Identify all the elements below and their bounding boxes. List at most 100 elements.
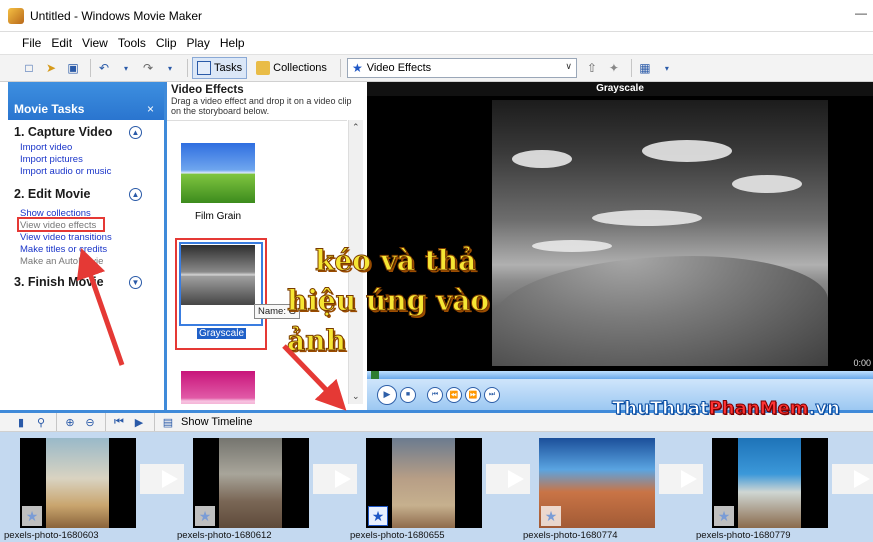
storyboard-clip[interactable]: ★ pexels-photo-1680655	[346, 438, 482, 542]
task-section-header[interactable]: 2. Edit Movie ▲	[14, 186, 158, 202]
preview-time: 0:00	[853, 358, 871, 368]
effect-thumbnail	[181, 371, 255, 404]
play-storyboard-icon[interactable]: ▶	[130, 413, 148, 431]
effect-label: Film Grain	[194, 211, 242, 222]
play-icon[interactable]: ▶	[377, 384, 397, 405]
preview-title: Grayscale	[367, 82, 873, 96]
next-frame-icon[interactable]: ⏭	[484, 386, 500, 403]
stop-icon[interactable]: ■	[400, 386, 416, 403]
show-timeline-button[interactable]: Show Timeline	[181, 416, 253, 428]
clip-photo	[738, 438, 801, 528]
redo-dropdown-icon[interactable]: ▾	[161, 59, 179, 77]
clip-name: pexels-photo-1680779	[696, 530, 791, 541]
undo-dropdown-icon[interactable]: ▾	[117, 59, 135, 77]
tasks-button[interactable]: Tasks	[192, 57, 248, 79]
task-section-capture: 1. Capture Video ▲ Import video Import p…	[8, 120, 164, 178]
open-project-icon[interactable]: ➤	[42, 59, 60, 77]
collections-dropdown[interactable]: ★ Video Effects ∨	[346, 58, 577, 78]
task-section-title: 1. Capture Video	[14, 125, 113, 139]
rewind-icon[interactable]: ⏪	[446, 386, 462, 403]
video-effect-star-icon: ★	[195, 506, 215, 526]
watermark-part-1: ThuThuat	[612, 398, 710, 420]
zoom-out-icon[interactable]: ⊖	[81, 413, 99, 431]
menu-file[interactable]: File	[22, 36, 41, 50]
window-title: Untitled - Windows Movie Maker	[30, 8, 203, 23]
toolbar-separator	[56, 413, 57, 431]
menu-edit[interactable]: Edit	[51, 36, 72, 50]
rewind-storyboard-icon[interactable]: ⏮	[110, 413, 128, 431]
menu-bar: File Edit View Tools Clip Play Help	[0, 32, 873, 54]
video-effects-title: Video Effects	[171, 84, 244, 96]
menu-help[interactable]: Help	[220, 36, 245, 50]
task-section-header[interactable]: 1. Capture Video ▲	[14, 124, 158, 140]
scroll-down-icon[interactable]: ⌄	[352, 391, 360, 402]
movie-tasks-header: Movie Tasks ×	[8, 82, 164, 120]
forward-icon[interactable]: ⏩	[465, 386, 481, 403]
task-link-import-pictures[interactable]: Import pictures	[20, 154, 158, 166]
title-bar: Untitled - Windows Movie Maker —	[0, 0, 873, 32]
timeline-icon[interactable]: ▤	[159, 413, 177, 431]
collections-folder-icon	[256, 61, 271, 75]
set-audio-levels-icon[interactable]: ▮	[12, 413, 30, 431]
collections-dropdown-value: Video Effects	[366, 62, 432, 74]
minimize-button[interactable]: —	[855, 6, 867, 20]
movie-tasks-title: Movie Tasks	[14, 102, 85, 116]
seek-knob[interactable]	[371, 371, 379, 379]
storyboard-clip[interactable]: ★ pexels-photo-1680612	[173, 438, 309, 542]
storyboard-clip[interactable]: ★ pexels-photo-1680774	[519, 438, 655, 542]
menu-clip[interactable]: Clip	[156, 36, 177, 50]
views-icon[interactable]: ▦	[636, 59, 654, 77]
video-effects-star-icon: ★	[351, 61, 363, 75]
toolbar-separator	[90, 59, 91, 77]
save-project-icon[interactable]: ▣	[64, 59, 82, 77]
menu-view[interactable]: View	[82, 36, 108, 50]
toolbar-separator	[187, 59, 188, 77]
zoom-in-icon[interactable]: ⊕	[61, 413, 79, 431]
new-project-icon[interactable]: □	[20, 59, 38, 77]
video-effect-star-icon: ★	[714, 506, 734, 526]
task-links: Import video Import pictures Import audi…	[14, 140, 158, 178]
task-section-header[interactable]: 3. Finish Movie ▼	[14, 274, 158, 290]
task-link-make-titles[interactable]: Make titles or credits	[20, 244, 158, 256]
effect-thumbnail	[181, 143, 255, 203]
annotation-line-2: hiệu ứng vào	[287, 284, 490, 318]
collections-button[interactable]: Collections	[251, 57, 332, 79]
tasks-icon	[197, 61, 211, 75]
clip-photo	[46, 438, 109, 528]
storyboard-clip[interactable]: ★ pexels-photo-1680779	[692, 438, 828, 542]
redo-icon[interactable]: ↷	[139, 59, 157, 77]
task-link-import-audio[interactable]: Import audio or music	[20, 166, 158, 178]
storyboard-clip[interactable]: ★ pexels-photo-1680603	[0, 438, 136, 542]
collapse-chevron-icon[interactable]: ▲	[129, 187, 142, 201]
annotation-line-1: kéo và thả	[315, 244, 477, 278]
menu-tools[interactable]: Tools	[118, 36, 146, 50]
task-link-view-video-transitions[interactable]: View video transitions	[20, 232, 158, 244]
cloud-shape	[642, 140, 732, 162]
previous-frame-icon[interactable]: ⏮	[427, 386, 443, 403]
narrate-microphone-icon[interactable]: ⚲	[32, 413, 50, 431]
toolbar-separator	[339, 59, 341, 77]
seek-bar[interactable]	[367, 371, 873, 379]
toolbar-separator	[105, 413, 106, 431]
toolbar-separator	[154, 413, 155, 431]
effect-label-selected: Grayscale	[197, 328, 247, 339]
effect-item-pink[interactable]	[181, 371, 259, 404]
clip-name: pexels-photo-1680612	[177, 530, 272, 541]
new-collection-folder-icon[interactable]: ✦	[605, 59, 623, 77]
collections-label: Collections	[273, 62, 327, 74]
close-task-pane-button[interactable]: ×	[147, 102, 154, 116]
video-effects-description: Drag a video effect and drop it on a vid…	[171, 96, 352, 116]
collapse-chevron-icon[interactable]: ▲	[129, 125, 142, 139]
task-link-make-automovie[interactable]: Make an AutoMovie	[20, 256, 158, 268]
video-effect-star-icon: ★	[368, 506, 388, 526]
effect-item-film-grain[interactable]: Film Grain	[181, 143, 259, 222]
scroll-up-icon[interactable]: ⌃	[352, 122, 360, 133]
instruction-annotation: kéo và thả hiệu ứng vào ảnh	[287, 241, 517, 361]
views-dropdown-icon[interactable]: ▾	[658, 59, 676, 77]
transition-slot[interactable]	[832, 464, 873, 494]
up-one-level-icon[interactable]: ⇧	[583, 59, 601, 77]
expand-chevron-icon[interactable]: ▼	[129, 275, 142, 289]
undo-icon[interactable]: ↶	[95, 59, 113, 77]
task-link-import-video[interactable]: Import video	[20, 142, 158, 154]
menu-play[interactable]: Play	[187, 36, 210, 50]
